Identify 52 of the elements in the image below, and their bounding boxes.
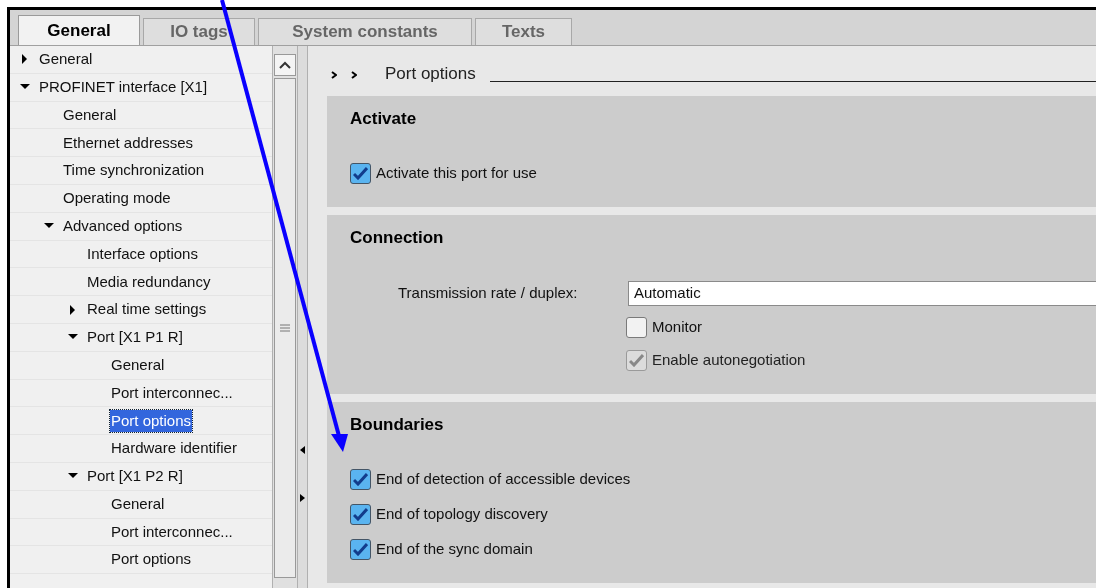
scroll-up-button[interactable]	[274, 54, 296, 76]
tab[interactable]: General	[18, 15, 140, 45]
checkbox-label: Monitor	[652, 317, 703, 338]
expand-right-icon[interactable]	[300, 494, 305, 502]
collapse-left-icon[interactable]	[300, 446, 305, 454]
section-title: Boundaries	[350, 414, 444, 434]
tree-item[interactable]: PROFINET interface [X1]	[38, 75, 209, 99]
grip-icon	[280, 324, 290, 332]
splitter[interactable]	[298, 46, 308, 588]
dropdown-field[interactable]: Automatic	[628, 281, 1096, 306]
tree-item[interactable]: Port interconnec...	[110, 520, 234, 544]
scroll-thumb[interactable]	[274, 78, 296, 578]
checkbox[interactable]	[350, 469, 371, 490]
tab[interactable]: Texts	[475, 18, 572, 45]
tree-item[interactable]: Hardware identifier	[110, 437, 238, 460]
tree-item[interactable]: Port interconnec...	[110, 381, 234, 405]
section-title: Activate	[350, 108, 417, 128]
tree-item[interactable]: Port options	[110, 548, 193, 571]
tree-item[interactable]: Operating mode	[62, 187, 172, 210]
checkbox-label: Activate this port for use	[376, 163, 537, 184]
checkbox-label: End of topology discovery	[376, 504, 548, 525]
chevron-right-icon	[331, 71, 337, 79]
checkbox-label: End of detection of accessible devices	[376, 469, 631, 490]
breadcrumb-title: Port options	[385, 62, 476, 85]
tree-item[interactable]: Port [X1 P2 R]	[86, 465, 184, 488]
field-label: Transmission rate / duplex:	[398, 283, 579, 304]
checkbox[interactable]	[350, 504, 371, 525]
tree-item[interactable]: Advanced options	[62, 214, 184, 238]
chevron-up-icon	[279, 61, 291, 69]
tree-item[interactable]: Time synchronization	[62, 159, 206, 182]
checkbox-label: Enable autonegotiation	[652, 350, 806, 371]
chevron-right-icon	[351, 71, 357, 79]
tab[interactable]: System constants	[258, 18, 472, 45]
tree-item[interactable]: Ethernet addresses	[62, 131, 195, 155]
tab[interactable]: IO tags	[143, 18, 255, 45]
tree-item[interactable]: Port [X1 P1 R]	[86, 326, 184, 349]
tree-item[interactable]: General	[110, 353, 166, 377]
scrollbar[interactable]	[272, 46, 298, 588]
tree-item[interactable]: Media redundancy	[86, 270, 212, 293]
tree-item[interactable]: General	[110, 492, 166, 516]
collapsed-triangle-icon[interactable]	[20, 54, 30, 65]
section-title: Connection	[350, 227, 444, 247]
tree-item[interactable]: General	[62, 103, 118, 127]
tree-item[interactable]: Interface options	[86, 242, 199, 266]
checkbox-label: End of the sync domain	[376, 539, 533, 560]
tree-item[interactable]: Real time settings	[86, 298, 208, 321]
checkbox[interactable]	[350, 163, 371, 184]
tree-item[interactable]: General	[38, 48, 94, 71]
checkbox[interactable]	[350, 539, 371, 560]
checkbox[interactable]	[626, 317, 647, 338]
collapsed-triangle-icon[interactable]	[68, 304, 78, 315]
tree-item[interactable]: Port options	[110, 409, 193, 432]
